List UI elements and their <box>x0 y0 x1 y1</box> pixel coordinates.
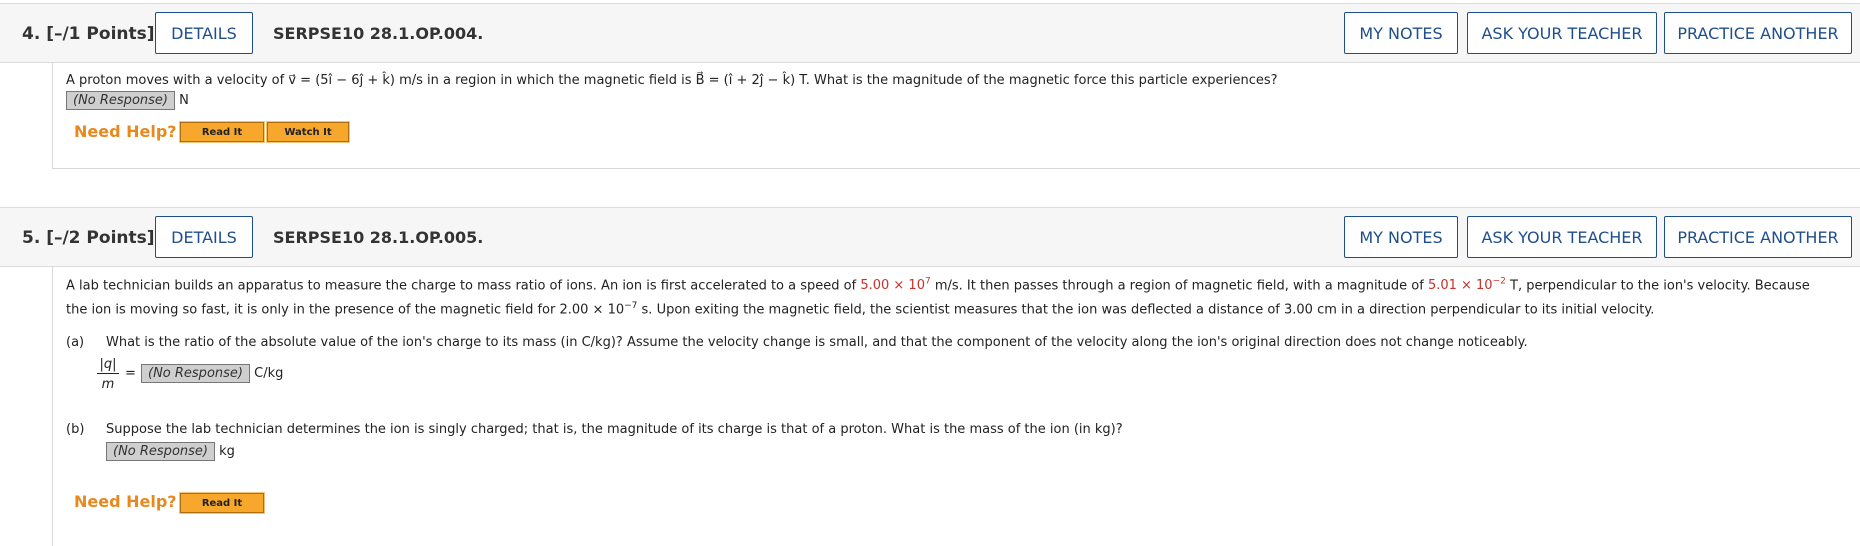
response-field-b[interactable]: (No Response) <box>106 442 215 461</box>
time-exponent: −7 <box>624 301 638 311</box>
text-segment: T, perpendicular to the ion's velocity. … <box>1505 278 1810 294</box>
fraction-numerator: |q| <box>99 357 117 372</box>
part-a-text: What is the ratio of the absolute value … <box>106 335 1528 350</box>
details-button[interactable]: DETAILS <box>155 216 253 258</box>
equals-sign: = <box>125 366 136 381</box>
response-row-b: (No Response) kg <box>106 442 235 461</box>
question-5-header: 5. [–/2 Points] DETAILS SERPSE10 28.1.OP… <box>0 207 1860 267</box>
need-help-label: Need Help? <box>74 122 177 141</box>
response-field[interactable]: (No Response) <box>66 91 175 110</box>
fraction-denominator: m <box>101 377 115 392</box>
text-segment: A lab technician builds an apparatus to … <box>66 278 861 294</box>
part-b-text: Suppose the lab technician determines th… <box>106 422 1123 437</box>
question-text-line-1: A lab technician builds an apparatus to … <box>66 277 1810 293</box>
given-speed: 5.00 × 107 <box>860 277 930 294</box>
text-segment: m/s. It then passes through a region of … <box>930 278 1428 294</box>
given-field: 5.01 × 10−2 <box>1427 277 1506 294</box>
unit-label-b: kg <box>219 444 235 459</box>
practice-another-button[interactable]: PRACTICE ANOTHER <box>1664 216 1852 258</box>
response-row-a: (No Response) C/kg <box>141 364 283 383</box>
field-mantissa: 5.01 × 10 <box>1427 278 1493 294</box>
question-4-header: 4. [–/1 Points] DETAILS SERPSE10 28.1.OP… <box>0 3 1860 63</box>
unit-label-a: C/kg <box>254 366 284 381</box>
field-exponent: −2 <box>1492 277 1506 287</box>
question-5-body: A lab technician builds an apparatus to … <box>52 267 1860 546</box>
my-notes-button[interactable]: MY NOTES <box>1344 216 1458 258</box>
text-segment: the ion is moving so fast, it is only in… <box>66 302 625 318</box>
speed-mantissa: 5.00 × 10 <box>860 278 925 294</box>
question-number: 4. [–/1 Points] <box>22 24 155 44</box>
ask-your-teacher-button[interactable]: ASK YOUR TEACHER <box>1467 12 1657 54</box>
text-segment: s. Upon exiting the magnetic field, the … <box>637 302 1655 318</box>
question-text: A proton moves with a velocity of v⃗ = (… <box>66 73 1278 88</box>
details-button[interactable]: DETAILS <box>155 12 253 54</box>
response-field-a[interactable]: (No Response) <box>141 364 250 383</box>
question-4-body: A proton moves with a velocity of v⃗ = (… <box>52 63 1860 169</box>
ask-your-teacher-button[interactable]: ASK YOUR TEACHER <box>1467 216 1657 258</box>
need-help-label: Need Help? <box>74 492 177 511</box>
unit-label: N <box>179 93 189 108</box>
read-it-button[interactable]: Read It <box>179 121 265 143</box>
part-a-label: (a) <box>66 335 85 350</box>
my-notes-button[interactable]: MY NOTES <box>1344 12 1458 54</box>
fraction-bar <box>97 373 119 374</box>
response-row: (No Response) N <box>66 91 189 110</box>
watch-it-button[interactable]: Watch It <box>266 121 350 143</box>
practice-another-button[interactable]: PRACTICE ANOTHER <box>1664 12 1852 54</box>
question-text-line-2: the ion is moving so fast, it is only in… <box>66 301 1654 317</box>
question-number: 5. [–/2 Points] <box>22 228 155 248</box>
part-b-label: (b) <box>66 422 85 437</box>
read-it-button[interactable]: Read It <box>179 492 265 514</box>
question-code: SERPSE10 28.1.OP.004. <box>273 24 484 43</box>
question-code: SERPSE10 28.1.OP.005. <box>273 228 484 247</box>
